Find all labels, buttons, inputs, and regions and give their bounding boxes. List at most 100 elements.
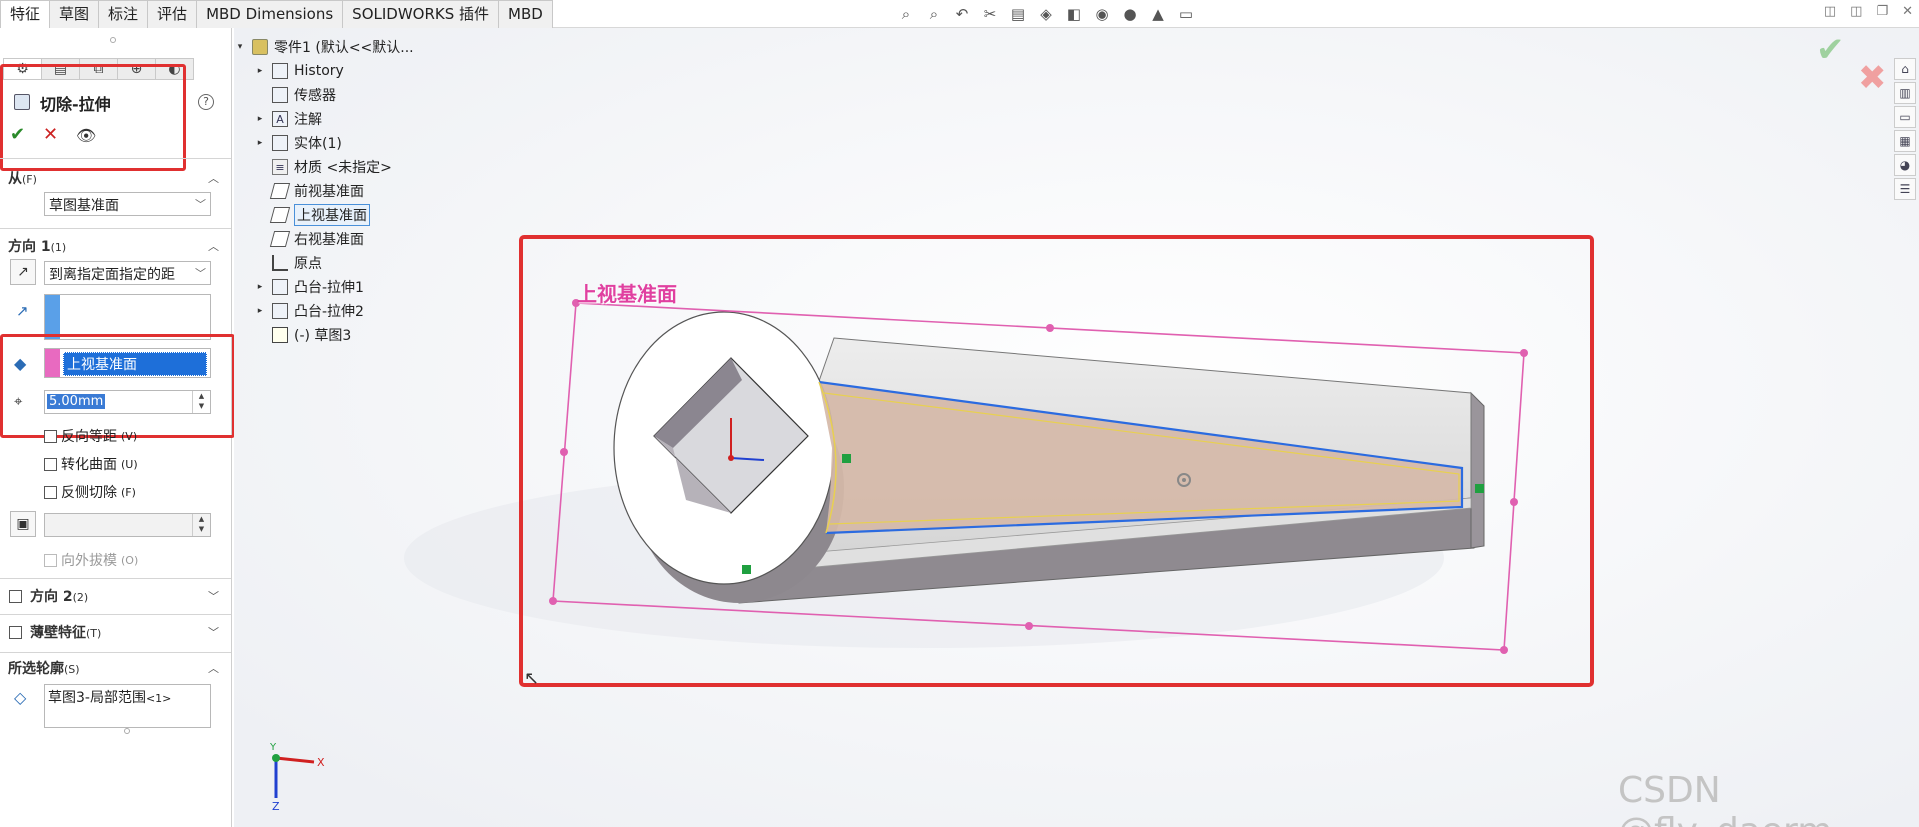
tree-root[interactable]: ▾ 零件1 (默认<<默认... (234, 36, 414, 58)
page-title: 切除-拉伸 (40, 95, 111, 114)
divider (0, 614, 231, 615)
expand-arrow-icon[interactable]: ▸ (254, 138, 266, 148)
hide-show-items-icon[interactable]: ◉ (1091, 4, 1113, 24)
tree-item-sensors[interactable]: 传感器 (254, 84, 336, 106)
expand-chevron-icon[interactable]: ﹀ (208, 588, 219, 604)
view-settings-icon[interactable]: ▭ (1175, 4, 1197, 24)
tree-item-front-plane[interactable]: 前视基准面 (254, 180, 364, 202)
tree-item-annotations[interactable]: ▸ A 注解 (254, 108, 322, 130)
tree-item-sketch3[interactable]: (-) 草图3 (254, 324, 351, 346)
tab-evaluate[interactable]: 评估 (147, 0, 198, 28)
collapse-chevron-icon[interactable]: ︿ (208, 170, 219, 186)
divider (0, 578, 231, 579)
task-pane-tabs: ⌂ ▥ ▭ ▦ ◕ ☰ (1894, 58, 1918, 200)
command-manager-bar: 特征 草图 标注 评估 MBD Dimensions SOLIDWORKS 插件… (0, 0, 1919, 28)
selected-contours-list[interactable]: 草图3-局部范围<1> (44, 684, 211, 728)
from-select[interactable]: 草图基准面 ﹀ (44, 192, 211, 216)
expand-arrow-icon[interactable]: ▸ (254, 66, 266, 76)
confirm-cancel-icon[interactable]: ✖ (1858, 58, 1887, 98)
custom-properties-icon[interactable]: ☰ (1894, 178, 1916, 200)
confirm-ok-icon[interactable]: ✔ (1816, 30, 1845, 70)
view-orientation-icon[interactable]: ◈ (1035, 4, 1057, 24)
direction-vector-icon: ↗ (16, 302, 29, 320)
panel-grip-icon[interactable] (110, 37, 116, 43)
tab-features[interactable]: 特征 (0, 0, 51, 28)
plane-label[interactable]: 上视基准面 (577, 278, 677, 307)
cancel-button[interactable]: ✕ (43, 124, 58, 145)
dynamic-annotation-icon[interactable]: ▤ (1007, 4, 1029, 24)
draft-angle-input[interactable]: ▲ ▼ (44, 513, 211, 537)
thin-feature-section-header[interactable]: 薄壁特征(T) (9, 622, 101, 642)
sensor-folder-icon (272, 87, 288, 103)
detailed-preview-button[interactable]: 👁 (76, 126, 96, 145)
ok-button[interactable]: ✔ (10, 124, 25, 145)
tree-item-origin[interactable]: 原点 (254, 252, 322, 274)
tree-item-top-plane[interactable]: 上视基准面 (254, 204, 370, 226)
edit-appearance-icon[interactable]: ● (1119, 4, 1141, 24)
expand-arrow-icon[interactable]: ▸ (254, 282, 266, 292)
selected-contours-section-header[interactable]: 所选轮廓(S) (8, 658, 80, 678)
tab-mbd-dimensions[interactable]: MBD Dimensions (196, 0, 344, 28)
plane-icon (269, 231, 291, 247)
spin-buttons[interactable]: ▲ ▼ (192, 514, 210, 536)
home-icon[interactable]: ⌂ (1894, 58, 1916, 80)
expand-arrow-icon[interactable]: ▸ (254, 306, 266, 316)
close-icon[interactable]: ✕ (1902, 4, 1913, 19)
end-condition-select[interactable]: 到离指定面指定的距 ﹀ (44, 261, 211, 285)
translate-surface-checkbox[interactable]: 转化曲面 (U) (44, 454, 138, 474)
offset-distance-input[interactable]: 5.00mm ▲ ▼ (44, 390, 211, 414)
triad-z-label: Z (272, 800, 280, 812)
watermark: CSDN @fly_daerm (1618, 770, 1832, 827)
apply-scene-icon[interactable]: ▲ (1147, 4, 1169, 24)
history-folder-icon (272, 63, 288, 79)
graphics-area[interactable] (234, 28, 1919, 827)
annotation-folder-icon: A (272, 111, 288, 127)
plane-icon (269, 183, 291, 199)
appearances-icon[interactable]: ◕ (1894, 154, 1916, 176)
tree-item-right-plane[interactable]: 右视基准面 (254, 228, 364, 250)
help-icon[interactable]: ? (198, 94, 214, 110)
zoom-to-fit-icon[interactable]: ⌕ (895, 4, 917, 24)
tree-item-history[interactable]: ▸ History (254, 60, 344, 82)
tree-item-boss-extrude2[interactable]: ▸ 凸台-拉伸2 (254, 300, 364, 322)
tree-item-solid-bodies[interactable]: ▸ 实体(1) (254, 132, 342, 154)
direction1-section-header[interactable]: 方向 1(1) (8, 236, 66, 256)
reverse-offset-checkbox[interactable]: 反向等距 (V) (44, 426, 137, 446)
file-explorer-icon[interactable]: ▭ (1894, 106, 1916, 128)
design-library-icon[interactable]: ▥ (1894, 82, 1916, 104)
restore-icon[interactable]: ❐ (1876, 4, 1888, 19)
collapse-chevron-icon[interactable]: ︿ (208, 238, 219, 254)
from-section-header[interactable]: 从(F) (8, 168, 37, 188)
spin-buttons[interactable]: ▲ ▼ (192, 391, 210, 413)
tile-right-icon[interactable]: ◫ (1850, 4, 1862, 19)
zoom-to-area-icon[interactable]: ⌕ (923, 4, 945, 24)
window-controls: ◫ ◫ ❐ ✕ (1824, 4, 1913, 19)
plane-icon (269, 207, 291, 223)
face-plane-field[interactable]: 上视基准面 (44, 348, 211, 378)
tab-sketch[interactable]: 草图 (49, 0, 100, 28)
direction2-section-header[interactable]: 方向 2(2) (9, 586, 88, 606)
tab-solidworks-addins[interactable]: SOLIDWORKS 插件 (342, 0, 500, 28)
tab-mbd[interactable]: MBD (498, 0, 553, 28)
display-style-icon[interactable]: ◧ (1063, 4, 1085, 24)
tree-item-boss-extrude1[interactable]: ▸ 凸台-拉伸1 (254, 276, 364, 298)
expand-chevron-icon[interactable]: ﹀ (208, 624, 219, 640)
previous-view-icon[interactable]: ↶ (951, 4, 973, 24)
heads-up-view-toolbar: ⌕ ⌕ ↶ ✂ ▤ ◈ ◧ ◉ ● ▲ ▭ (895, 4, 1197, 24)
view-palette-icon[interactable]: ▦ (1894, 130, 1916, 152)
collapse-arrow-icon[interactable]: ▾ (234, 42, 246, 52)
divider (0, 158, 231, 159)
draft-icon[interactable]: ▣ (10, 511, 36, 537)
section-view-icon[interactable]: ✂ (979, 4, 1001, 24)
part-icon (252, 39, 268, 55)
divider (0, 228, 231, 229)
expand-arrow-icon[interactable]: ▸ (254, 114, 266, 124)
reverse-direction-icon[interactable]: ↗ (10, 259, 36, 285)
list-resize-grip-icon[interactable] (124, 728, 130, 734)
tree-item-material[interactable]: ≡ 材质 <未指定> (254, 156, 392, 178)
flip-side-to-cut-checkbox[interactable]: 反侧切除 (F) (44, 482, 136, 502)
tile-left-icon[interactable]: ◫ (1824, 4, 1836, 19)
draft-outward-checkbox[interactable]: 向外拔模 (O) (44, 550, 138, 570)
collapse-chevron-icon[interactable]: ︿ (208, 660, 219, 676)
tab-markup[interactable]: 标注 (98, 0, 149, 28)
